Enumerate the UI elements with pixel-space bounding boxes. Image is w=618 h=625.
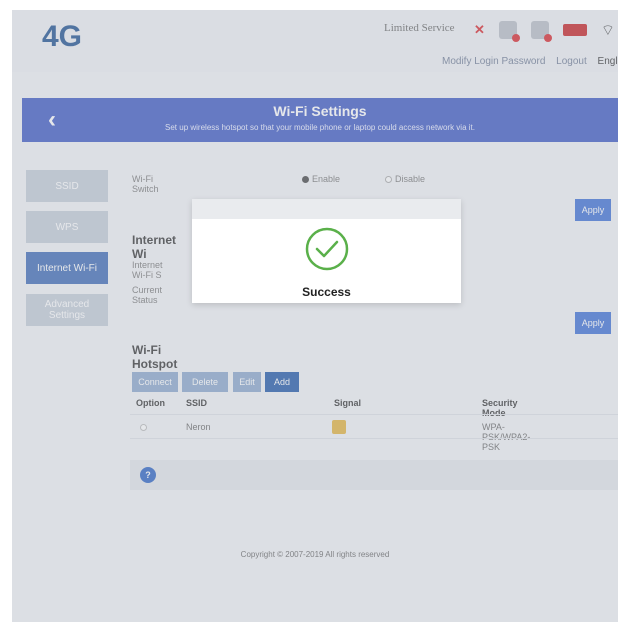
dialog-header: [192, 199, 461, 219]
app-frame: 4G Limited Service ✕ ⌔ Modify Login Pass…: [12, 10, 618, 622]
success-message: Success: [302, 285, 351, 299]
modal-overlay: [12, 10, 618, 622]
success-check-icon: [305, 227, 349, 271]
success-dialog: Success: [192, 199, 461, 303]
